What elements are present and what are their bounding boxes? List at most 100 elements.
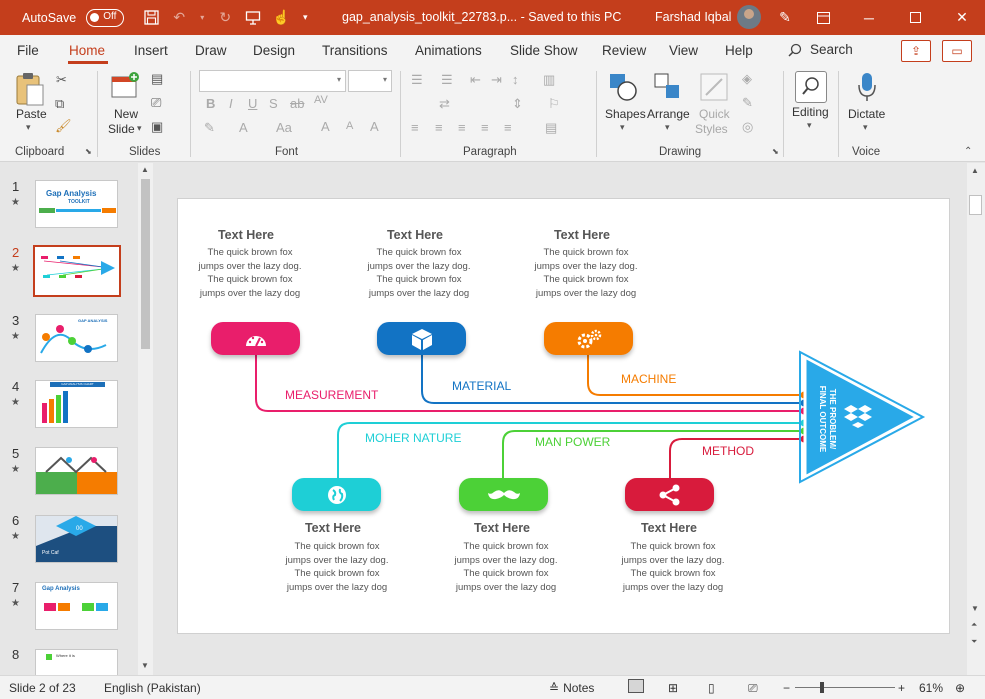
arrange-button[interactable]: [652, 71, 684, 105]
para-columns-icon[interactable]: ▤: [545, 120, 557, 136]
tab-transitions[interactable]: Transitions: [322, 43, 388, 58]
editor-scrollbar[interactable]: ▲ ▼ ⏶ ⏷: [967, 163, 985, 675]
section-icon[interactable]: ▣: [151, 119, 163, 135]
fit-to-window-icon[interactable]: ⊕: [955, 681, 965, 695]
slide-thumbnail-7[interactable]: Gap Analysis: [35, 582, 118, 630]
shapes-button[interactable]: [608, 71, 640, 105]
bold-icon[interactable]: B: [206, 96, 215, 111]
zoom-slider-thumb[interactable]: [820, 682, 824, 693]
dictate-button[interactable]: [857, 71, 877, 103]
method-pill[interactable]: [625, 478, 714, 511]
align-text-icon[interactable]: ⇕: [512, 96, 523, 112]
text-highlight-icon[interactable]: A: [239, 120, 248, 135]
slide-thumbnail-4[interactable]: GAP ANALYSIS CHART: [35, 380, 118, 428]
font-name-box[interactable]: ▾: [199, 70, 346, 92]
shape-fill-icon[interactable]: ◈: [742, 71, 752, 87]
comments-button[interactable]: ▭: [942, 40, 972, 62]
collapse-ribbon-icon[interactable]: ⌃: [964, 146, 972, 157]
paste-dropdown-icon[interactable]: ▾: [26, 122, 31, 133]
next-slide-icon[interactable]: ⏷: [971, 637, 977, 647]
user-name[interactable]: Farshad Iqbal: [655, 10, 731, 24]
present-icon[interactable]: [244, 9, 262, 27]
align-right-icon[interactable]: ≡: [458, 120, 466, 135]
share-button[interactable]: ⇪: [901, 40, 931, 62]
slide-thumbnail-3[interactable]: GAP ANALYSIS: [35, 314, 118, 362]
scroll-down-icon[interactable]: ▼: [141, 661, 149, 670]
slide-sorter-icon[interactable]: ⊞: [668, 681, 678, 695]
strikethrough-icon[interactable]: ab: [290, 96, 304, 111]
reading-view-icon[interactable]: ▯: [708, 681, 715, 695]
tab-home[interactable]: Home: [69, 43, 105, 58]
increase-indent-icon[interactable]: ⇥: [491, 72, 502, 88]
italic-icon[interactable]: I: [229, 96, 233, 111]
tab-draw[interactable]: Draw: [195, 43, 227, 58]
clipboard-launcher-icon[interactable]: ⬊: [85, 147, 92, 156]
font-size-box[interactable]: ▾: [348, 70, 392, 92]
new-slide-button[interactable]: [110, 71, 142, 103]
reset-icon[interactable]: ⎚: [151, 95, 161, 111]
thumbnail-scrollbar[interactable]: ▲ ▼: [138, 163, 153, 675]
zoom-slider[interactable]: [795, 682, 895, 693]
grow-font-icon[interactable]: A: [321, 119, 330, 134]
paste-button[interactable]: [14, 71, 48, 109]
change-case-icon[interactable]: Aa: [276, 120, 292, 135]
man-power-pill[interactable]: [459, 478, 548, 511]
shrink-font-icon[interactable]: A: [346, 120, 353, 132]
font-color-icon[interactable]: ✎: [204, 120, 215, 136]
ribbon-display-button[interactable]: [800, 0, 846, 35]
material-pill[interactable]: [377, 322, 466, 355]
minimize-button[interactable]: ─: [846, 0, 892, 35]
slide-thumbnail-6[interactable]: Pot Caf 00: [35, 515, 118, 563]
autosave-toggle[interactable]: Off: [86, 8, 125, 27]
slide-thumbnail-2[interactable]: [33, 245, 121, 297]
measurement-pill[interactable]: [211, 322, 300, 355]
line-spacing-icon[interactable]: ↕: [512, 72, 519, 87]
slide-thumbnail-8[interactable]: Where it is: [35, 649, 118, 675]
dropdown-icon[interactable]: ▾: [198, 9, 206, 27]
tab-help[interactable]: Help: [725, 43, 753, 58]
zoom-level[interactable]: 61%: [919, 681, 943, 695]
char-spacing-icon[interactable]: AV: [314, 94, 328, 106]
underline-icon[interactable]: U: [248, 96, 257, 111]
decrease-indent-icon[interactable]: ⇤: [470, 72, 481, 88]
editing-dropdown-icon[interactable]: ▾: [807, 120, 812, 131]
slide-canvas[interactable]: THE PROBLEM/ FINAL OUTCOME Text Here The…: [177, 198, 950, 634]
avatar[interactable]: [737, 5, 761, 29]
maximize-button[interactable]: [892, 0, 938, 35]
normal-view-icon[interactable]: [628, 679, 644, 693]
slideshow-view-icon[interactable]: ⎚: [748, 681, 758, 696]
format-painter-icon[interactable]: 🖌: [55, 118, 72, 134]
customize-qat-icon[interactable]: ▾: [300, 9, 310, 27]
notes-button[interactable]: ≙ Notes: [549, 681, 594, 695]
shapes-dropdown-icon[interactable]: ▾: [620, 122, 625, 133]
slide-thumbnail-5[interactable]: [35, 447, 118, 495]
previous-slide-icon[interactable]: ⏶: [971, 620, 977, 630]
touch-mode-icon[interactable]: ☝: [272, 9, 290, 27]
nature-pill[interactable]: [292, 478, 381, 511]
tab-file[interactable]: File: [17, 43, 39, 58]
zoom-in-button[interactable]: +: [898, 681, 905, 695]
copy-icon[interactable]: ⧉: [55, 96, 64, 112]
shape-effects-icon[interactable]: ◎: [742, 119, 753, 135]
smartart-icon[interactable]: ⚐: [548, 96, 560, 112]
layout-icon[interactable]: ▤: [151, 71, 163, 87]
text-direction-icon[interactable]: ⇄: [439, 96, 450, 112]
scrollbar-thumb[interactable]: [141, 179, 150, 349]
scrollbar-thumb[interactable]: [969, 195, 982, 215]
dictate-dropdown-icon[interactable]: ▾: [863, 122, 868, 133]
arrange-dropdown-icon[interactable]: ▾: [665, 122, 670, 133]
slide-thumbnail-1[interactable]: Gap Analysis TOOLKIT: [35, 180, 118, 228]
scroll-up-icon[interactable]: ▲: [971, 166, 979, 175]
tab-slide-show[interactable]: Slide Show: [510, 43, 578, 58]
tab-review[interactable]: Review: [602, 43, 646, 58]
undo-icon[interactable]: ↶: [170, 9, 188, 27]
scroll-down-icon[interactable]: ▼: [971, 604, 979, 613]
cut-icon[interactable]: ✂: [56, 72, 67, 88]
new-slide-dropdown-icon[interactable]: ▾: [137, 123, 142, 134]
bullets-icon[interactable]: ☰: [411, 72, 423, 88]
columns-icon[interactable]: ▥: [543, 72, 555, 88]
search-box[interactable]: Search: [788, 42, 853, 57]
zoom-out-button[interactable]: −: [783, 681, 790, 695]
drawing-launcher-icon[interactable]: ⬊: [772, 147, 779, 156]
tab-view[interactable]: View: [669, 43, 698, 58]
